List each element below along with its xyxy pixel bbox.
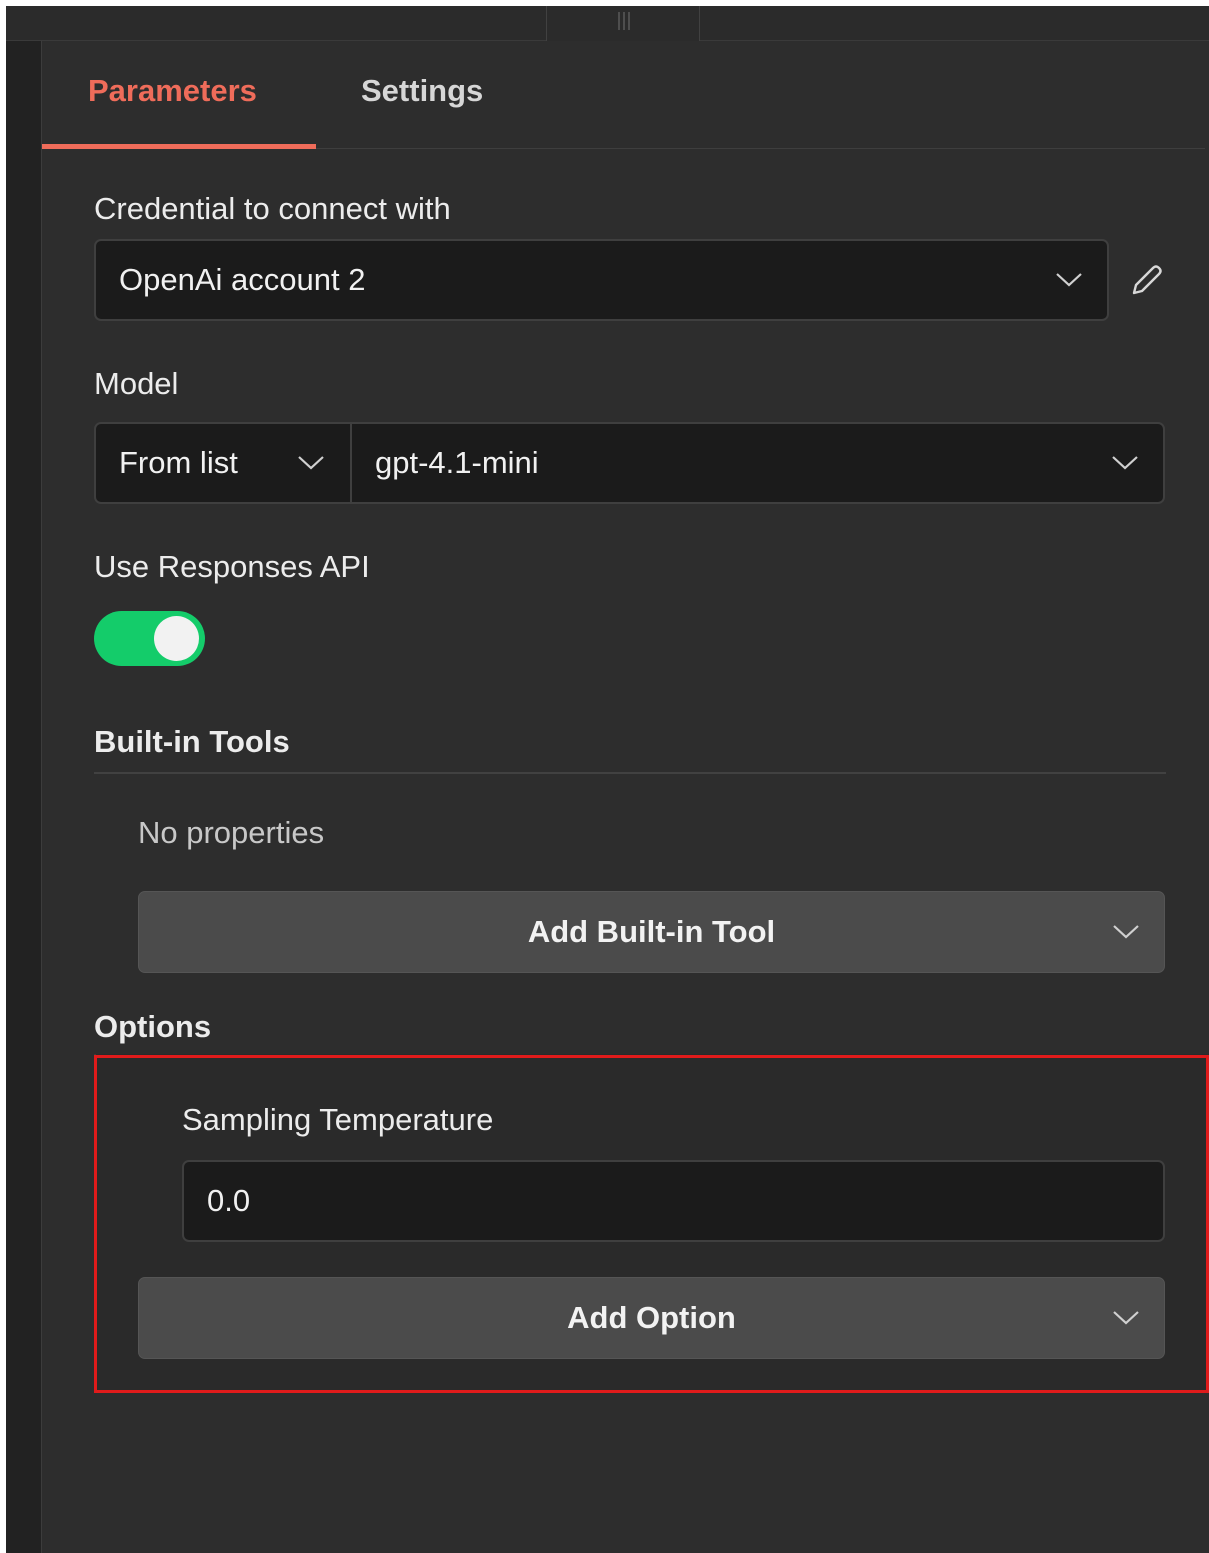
panel-resize-handle[interactable]: [546, 6, 700, 42]
tab-parameters[interactable]: Parameters: [88, 73, 257, 109]
model-select-value: gpt-4.1-mini: [375, 445, 539, 480]
model-select[interactable]: gpt-4.1-mini: [352, 424, 1163, 502]
credential-select[interactable]: OpenAi account 2: [94, 239, 1109, 321]
responses-api-label: Use Responses API: [94, 549, 370, 584]
model-mode-select[interactable]: From list: [96, 424, 350, 502]
grip-vertical-icon: [618, 12, 630, 30]
pencil-icon[interactable]: [1128, 263, 1164, 299]
model-label: Model: [94, 366, 179, 401]
chevron-down-icon: [1056, 273, 1082, 287]
add-option-label: Add Option: [567, 1300, 736, 1335]
chevron-down-icon: [298, 456, 324, 470]
node-parameters-panel: Parameters Settings Credential to connec…: [42, 41, 1209, 1553]
active-tab-indicator: [42, 144, 316, 149]
add-option-button[interactable]: Add Option: [138, 1277, 1165, 1359]
chevron-down-icon: [1113, 925, 1139, 939]
sampling-temperature-input[interactable]: [182, 1160, 1165, 1242]
tab-bar: Parameters Settings: [42, 41, 1205, 149]
builtin-tools-heading: Built-in Tools: [94, 724, 290, 759]
chevron-down-icon: [1113, 1311, 1139, 1325]
responses-api-toggle[interactable]: [94, 611, 205, 666]
sampling-temperature-label: Sampling Temperature: [182, 1102, 494, 1137]
add-builtin-tool-button[interactable]: Add Built-in Tool: [138, 891, 1165, 973]
toggle-knob: [154, 616, 199, 661]
options-heading: Options: [94, 1009, 212, 1044]
credential-select-value: OpenAi account 2: [119, 262, 366, 297]
chevron-down-icon: [1112, 456, 1138, 470]
credential-label: Credential to connect with: [94, 191, 451, 226]
app-frame: Parameters Settings Credential to connec…: [6, 6, 1209, 1553]
builtin-tools-divider: [94, 772, 1166, 774]
no-properties-text: No properties: [138, 815, 325, 850]
left-rail: [6, 41, 42, 1553]
tab-settings[interactable]: Settings: [361, 73, 483, 109]
add-builtin-tool-label: Add Built-in Tool: [527, 914, 776, 949]
model-mode-value: From list: [119, 445, 238, 480]
model-selector: From list gpt-4.1-mini: [94, 422, 1165, 504]
